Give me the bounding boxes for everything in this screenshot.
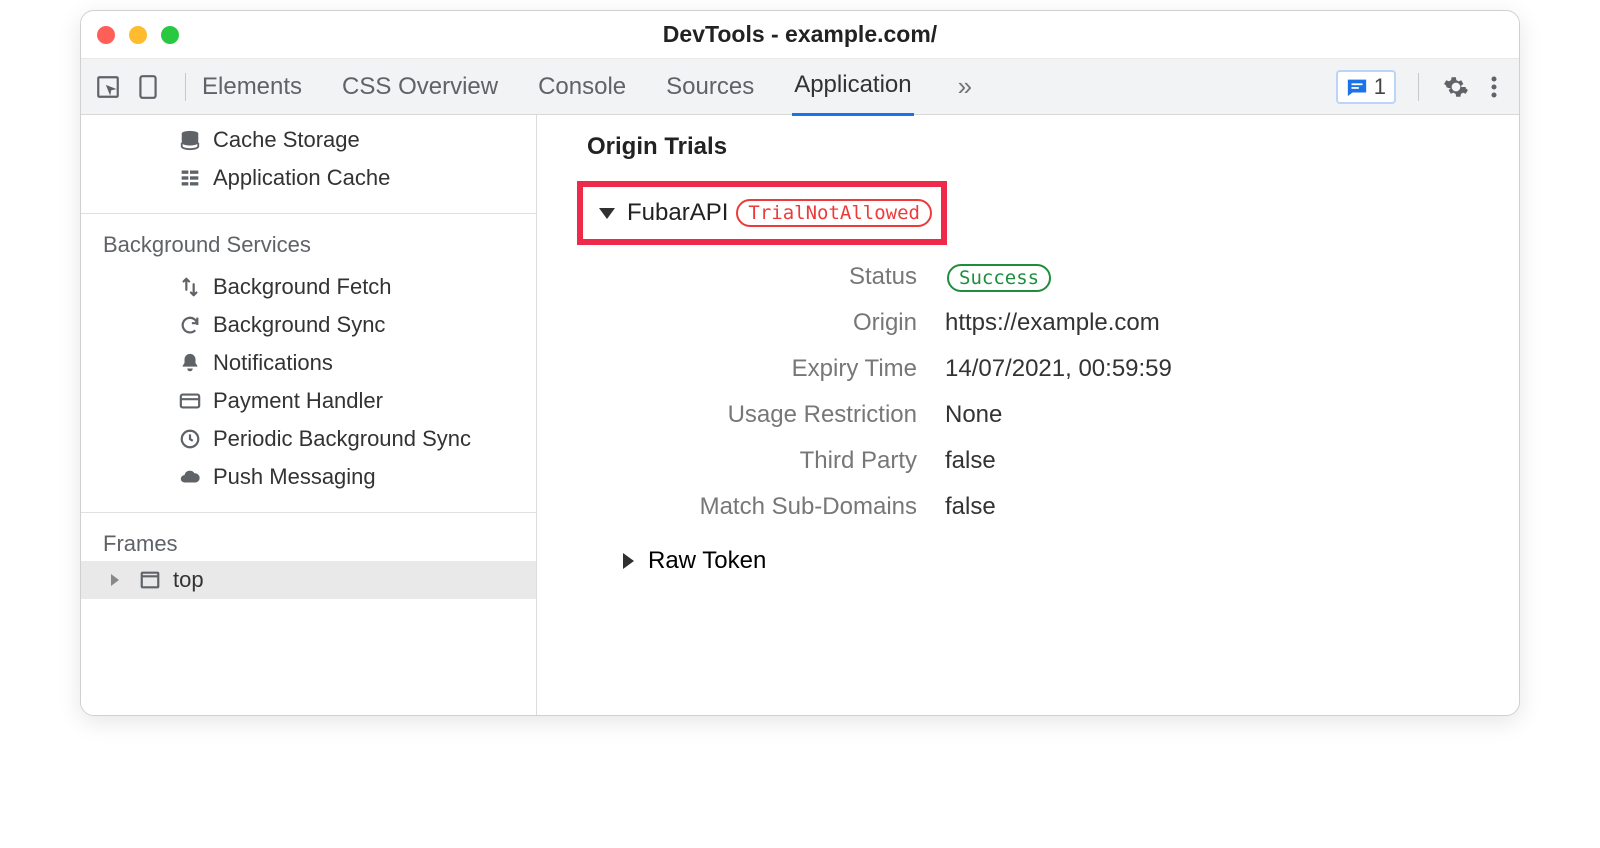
detail-value-usage: None <box>945 401 1479 429</box>
sidebar-section-bg-services: Background Services <box>81 224 536 262</box>
tab-elements[interactable]: Elements <box>200 59 304 115</box>
minimize-window-button[interactable] <box>129 26 147 44</box>
maximize-window-button[interactable] <box>161 26 179 44</box>
toolbar-right: 1 <box>1336 70 1509 104</box>
panel-body: Cache Storage Application Cache Backgrou… <box>81 115 1519 715</box>
panel-tabs: Elements CSS Overview Console Sources Ap… <box>200 57 1336 116</box>
tab-application[interactable]: Application <box>792 57 913 116</box>
cloud-icon <box>177 464 203 490</box>
sidebar-item-cache-storage[interactable]: Cache Storage <box>81 121 536 159</box>
devtools-toolbar: Elements CSS Overview Console Sources Ap… <box>81 59 1519 115</box>
status-success-badge: Success <box>947 264 1051 292</box>
device-toggle-icon[interactable] <box>131 70 165 104</box>
sidebar-item-label: Background Sync <box>213 312 385 338</box>
detail-value-status: Success <box>945 263 1479 291</box>
close-window-button[interactable] <box>97 26 115 44</box>
inspect-icon[interactable] <box>91 70 125 104</box>
toolbar-divider <box>185 73 186 101</box>
tab-css-overview[interactable]: CSS Overview <box>340 59 500 115</box>
more-tabs-button[interactable]: » <box>950 71 980 102</box>
sidebar-item-notifications[interactable]: Notifications <box>81 344 536 382</box>
chevron-right-icon <box>111 574 119 586</box>
sync-icon <box>177 312 203 338</box>
raw-token-label: Raw Token <box>648 547 766 575</box>
sidebar-item-label: Background Fetch <box>213 274 392 300</box>
sidebar-item-label: Payment Handler <box>213 388 383 414</box>
window-title: DevTools - example.com/ <box>663 21 937 48</box>
sidebar-item-label: Notifications <box>213 350 333 376</box>
detail-value-expiry: 14/07/2021, 00:59:59 <box>945 355 1479 383</box>
sidebar-divider <box>81 512 536 513</box>
grid-icon <box>177 165 203 191</box>
sidebar-item-periodic-sync[interactable]: Periodic Background Sync <box>81 420 536 458</box>
tab-label: Application <box>794 71 911 98</box>
more-options-button[interactable] <box>1479 72 1509 102</box>
sidebar-item-payment-handler[interactable]: Payment Handler <box>81 382 536 420</box>
issues-icon <box>1346 76 1368 98</box>
trial-status-badge: TrialNotAllowed <box>736 199 932 227</box>
sidebar-item-label: Application Cache <box>213 165 390 191</box>
window-icon <box>137 567 163 593</box>
trial-details-grid: Status Success Origin https://example.co… <box>577 263 1479 521</box>
sidebar-item-bg-fetch[interactable]: Background Fetch <box>81 268 536 306</box>
origin-trials-pane: Origin Trials FubarAPI TrialNotAllowed S… <box>537 115 1519 715</box>
devtools-window: DevTools - example.com/ Elements CSS Ove… <box>80 10 1520 716</box>
database-icon <box>177 127 203 153</box>
raw-token-row[interactable]: Raw Token <box>577 547 1479 575</box>
detail-key-status: Status <box>617 263 917 291</box>
chevron-down-icon <box>599 208 615 219</box>
trial-name: FubarAPI <box>627 199 728 227</box>
application-sidebar: Cache Storage Application Cache Backgrou… <box>81 115 537 715</box>
bell-icon <box>177 350 203 376</box>
detail-key-usage: Usage Restriction <box>617 401 917 429</box>
sidebar-item-label: Periodic Background Sync <box>213 426 471 452</box>
detail-value-subdomains: false <box>945 493 1479 521</box>
issues-count: 1 <box>1374 74 1386 100</box>
tab-label: CSS Overview <box>342 73 498 100</box>
tab-label: Console <box>538 73 626 100</box>
clock-icon <box>177 426 203 452</box>
sidebar-item-label: Cache Storage <box>213 127 360 153</box>
card-icon <box>177 388 203 414</box>
issues-button[interactable]: 1 <box>1336 70 1396 104</box>
sidebar-item-application-cache[interactable]: Application Cache <box>81 159 536 197</box>
tab-label: Elements <box>202 73 302 100</box>
sidebar-divider <box>81 213 536 214</box>
settings-button[interactable] <box>1441 72 1471 102</box>
tab-label: Sources <box>666 73 754 100</box>
titlebar: DevTools - example.com/ <box>81 11 1519 59</box>
kebab-icon <box>1491 74 1497 100</box>
detail-key-origin: Origin <box>617 309 917 337</box>
detail-key-subdomains: Match Sub-Domains <box>617 493 917 521</box>
tab-sources[interactable]: Sources <box>664 59 756 115</box>
detail-value-third-party: false <box>945 447 1479 475</box>
sidebar-item-bg-sync[interactable]: Background Sync <box>81 306 536 344</box>
chevron-right-icon <box>623 553 634 569</box>
tab-console[interactable]: Console <box>536 59 628 115</box>
sidebar-item-frame-top[interactable]: top <box>81 561 536 599</box>
sidebar-item-push-messaging[interactable]: Push Messaging <box>81 458 536 496</box>
origin-trial-row[interactable]: FubarAPI TrialNotAllowed <box>577 181 947 245</box>
detail-value-origin: https://example.com <box>945 309 1479 337</box>
detail-key-third-party: Third Party <box>617 447 917 475</box>
arrows-icon <box>177 274 203 300</box>
sidebar-item-label: top <box>173 567 204 593</box>
gear-icon <box>1443 74 1469 100</box>
traffic-lights <box>97 26 179 44</box>
detail-key-expiry: Expiry Time <box>617 355 917 383</box>
sidebar-section-frames: Frames <box>81 523 536 561</box>
pane-heading: Origin Trials <box>577 133 1479 161</box>
sidebar-item-label: Push Messaging <box>213 464 376 490</box>
toolbar-divider <box>1418 73 1419 101</box>
